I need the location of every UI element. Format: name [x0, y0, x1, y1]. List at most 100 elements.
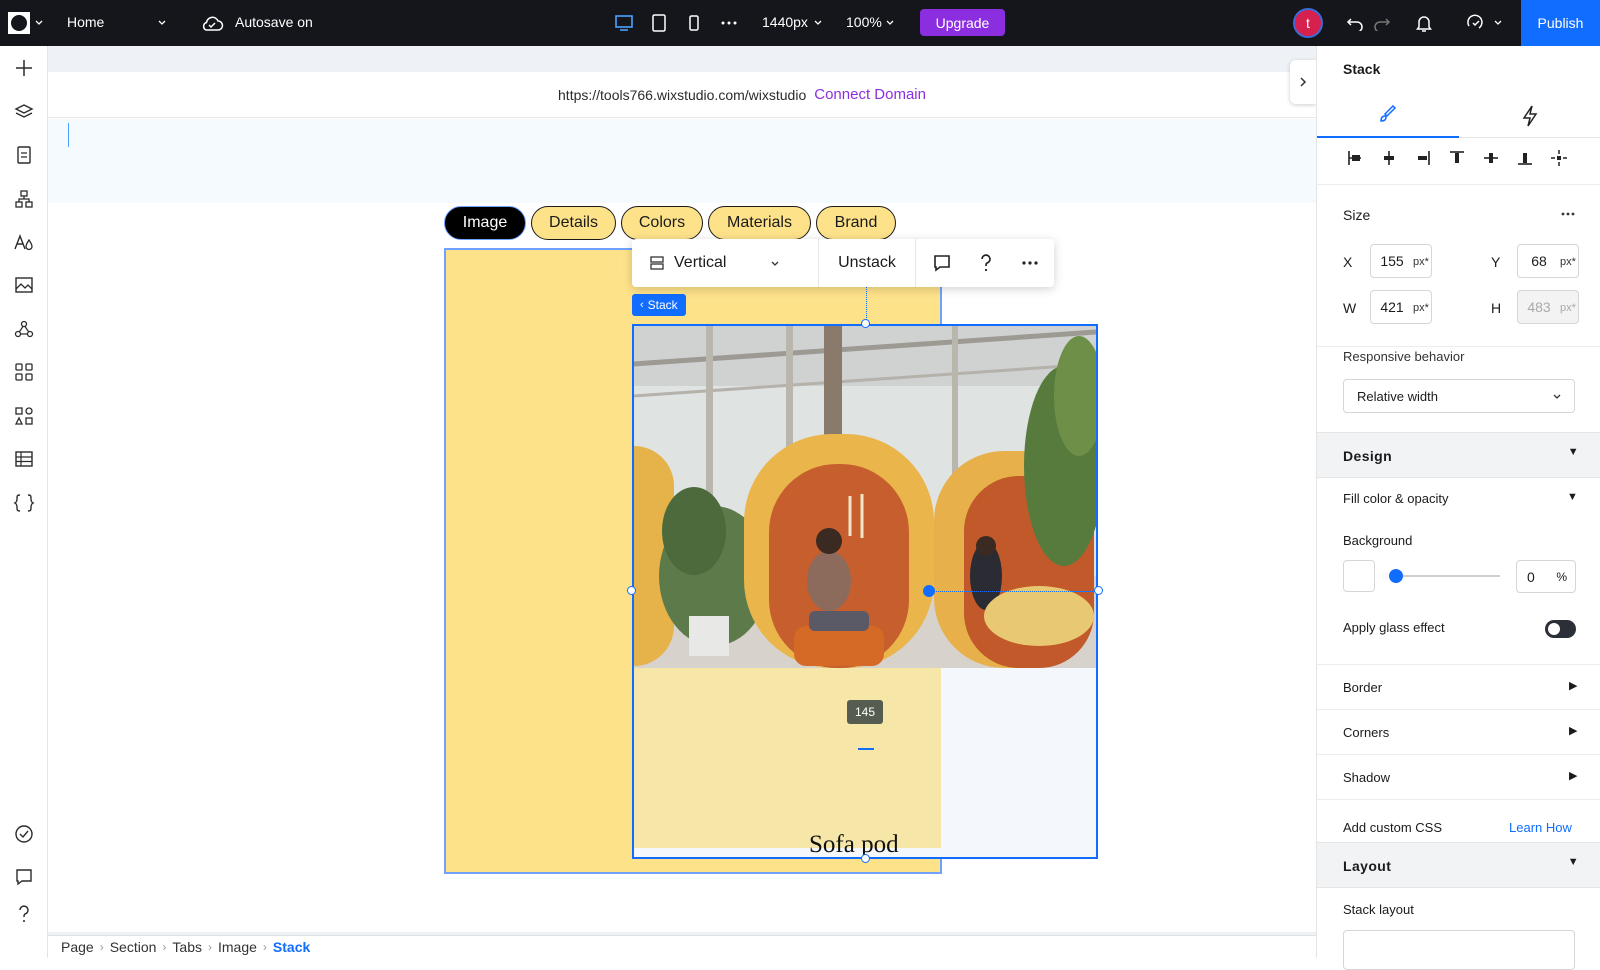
site-structure-icon[interactable]	[8, 183, 40, 215]
align-top-icon[interactable]	[1446, 147, 1468, 169]
canvas-width-selector[interactable]: 1440px	[762, 14, 808, 30]
triangle-right-icon: ▶	[1569, 725, 1578, 737]
layout-section-header[interactable]: Layout ▼	[1317, 842, 1600, 888]
learn-how-link[interactable]: Learn How	[1509, 820, 1572, 835]
align-bottom-icon[interactable]	[1514, 147, 1536, 169]
stack-label-chip[interactable]: ‹ Stack	[632, 294, 686, 316]
shadow-row[interactable]: Shadow ▶	[1317, 755, 1600, 800]
fill-color-opacity-row[interactable]: Fill color & opacity ▼	[1317, 478, 1600, 523]
width-chevron-icon[interactable]	[812, 16, 824, 28]
site-actions-icon[interactable]	[1463, 11, 1489, 35]
undo-icon[interactable]	[1343, 11, 1367, 35]
add-elements-icon[interactable]	[8, 52, 40, 84]
help-icon[interactable]	[8, 898, 40, 930]
interactions-tab[interactable]	[1459, 94, 1600, 138]
media-icon[interactable]	[8, 269, 40, 301]
opacity-slider-thumb[interactable]	[1389, 569, 1403, 583]
resize-handle-top[interactable]	[861, 319, 870, 328]
business-apps-icon[interactable]	[8, 400, 40, 432]
breadcrumb-page[interactable]: Page	[61, 939, 94, 955]
tab-materials[interactable]: Materials	[708, 206, 811, 240]
logo-chevron-down-icon[interactable]	[33, 16, 45, 28]
divider	[1317, 184, 1600, 185]
layers-icon[interactable]	[8, 96, 40, 128]
help-button[interactable]	[964, 239, 1008, 287]
align-left-icon[interactable]	[1344, 147, 1366, 169]
design-section-header[interactable]: Design ▼	[1317, 432, 1600, 478]
publish-button[interactable]: Publish	[1521, 0, 1600, 46]
question-icon	[981, 254, 991, 272]
opacity-input[interactable]: 0 %	[1516, 560, 1576, 593]
page-dropdown-chevron-icon[interactable]	[156, 16, 168, 28]
unstack-button[interactable]: Unstack	[819, 239, 916, 287]
mobile-view-icon[interactable]	[682, 11, 706, 35]
breadcrumb: Page › Section › Tabs › Image › Stack	[48, 935, 1316, 958]
triangle-down-icon: ▼	[1567, 856, 1579, 868]
opacity-slider-track[interactable]	[1396, 575, 1500, 577]
pages-icon[interactable]	[8, 139, 40, 171]
align-center-h-icon[interactable]	[1378, 147, 1400, 169]
breadcrumb-chevron-icon: ›	[207, 940, 212, 954]
align-right-icon[interactable]	[1412, 147, 1434, 169]
resize-handle-left[interactable]	[627, 586, 636, 595]
site-checklist-icon[interactable]	[8, 818, 40, 850]
collapse-panel-button[interactable]	[1290, 60, 1316, 104]
stack-layout-control[interactable]	[1343, 930, 1575, 970]
more-breakpoints-icon[interactable]	[717, 11, 741, 35]
tab-details[interactable]: Details	[531, 206, 616, 240]
border-row[interactable]: Border ▶	[1317, 665, 1600, 710]
breadcrumb-tabs[interactable]: Tabs	[172, 939, 202, 955]
site-styles-icon[interactable]	[8, 226, 40, 258]
anchor-point[interactable]	[923, 585, 935, 597]
tab-colors[interactable]: Colors	[621, 206, 703, 240]
page-selector[interactable]: Home	[67, 14, 104, 30]
spacing-drag-handle[interactable]	[858, 748, 874, 750]
avatar[interactable]: t	[1293, 8, 1323, 38]
more-actions-button[interactable]	[1008, 239, 1052, 287]
x-unit: px*	[1413, 256, 1429, 268]
notifications-bell-icon[interactable]	[1412, 11, 1436, 35]
chevron-down-icon	[1553, 394, 1561, 399]
direction-dropdown[interactable]: Vertical	[632, 239, 819, 287]
corners-row[interactable]: Corners ▶	[1317, 710, 1600, 755]
autosave-status: Autosave on	[235, 14, 313, 30]
tab-brand[interactable]: Brand	[816, 206, 896, 240]
responsive-behavior-value: Relative width	[1357, 388, 1438, 404]
sofa-pod-image[interactable]	[634, 326, 1096, 668]
tab-image[interactable]: Image	[444, 206, 526, 240]
connect-domain-link[interactable]: Connect Domain	[814, 86, 926, 103]
background-color-swatch[interactable]	[1343, 560, 1375, 592]
product-name[interactable]: Sofa pod	[809, 831, 899, 859]
resize-handle-bottom[interactable]	[861, 854, 870, 863]
breadcrumb-section[interactable]: Section	[110, 939, 157, 955]
size-more-icon[interactable]	[1557, 206, 1579, 222]
responsive-behavior-dropdown[interactable]: Relative width	[1343, 379, 1575, 413]
upgrade-button[interactable]: Upgrade	[920, 9, 1005, 36]
breadcrumb-image[interactable]: Image	[218, 939, 257, 955]
code-braces-icon[interactable]	[8, 487, 40, 519]
design-tab[interactable]	[1317, 94, 1459, 138]
glass-effect-toggle[interactable]	[1545, 620, 1576, 638]
redo-icon[interactable]	[1370, 11, 1394, 35]
triangle-down-icon: ▼	[1567, 491, 1578, 503]
header-section[interactable]	[48, 119, 1316, 203]
site-actions-chevron-icon[interactable]	[1492, 16, 1504, 28]
align-middle-v-icon[interactable]	[1480, 147, 1502, 169]
tablet-view-icon[interactable]	[647, 11, 671, 35]
distribute-icon[interactable]	[1548, 147, 1570, 169]
desktop-view-icon[interactable]	[612, 11, 636, 35]
comments-icon[interactable]	[8, 861, 40, 893]
breadcrumb-stack[interactable]: Stack	[273, 939, 310, 955]
comment-button[interactable]	[920, 239, 964, 287]
wix-logo-icon[interactable]	[6, 11, 32, 35]
app-market-icon[interactable]	[8, 356, 40, 388]
apps-icon[interactable]	[8, 313, 40, 345]
resize-handle-right[interactable]	[1094, 586, 1103, 595]
zoom-chevron-icon[interactable]	[884, 16, 896, 28]
x-value: 155	[1380, 253, 1404, 269]
cms-table-icon[interactable]	[8, 443, 40, 475]
opacity-value: 0	[1527, 568, 1535, 585]
corners-label: Corners	[1343, 725, 1390, 740]
zoom-selector[interactable]: 100%	[846, 14, 882, 30]
direction-value: Vertical	[674, 254, 727, 271]
